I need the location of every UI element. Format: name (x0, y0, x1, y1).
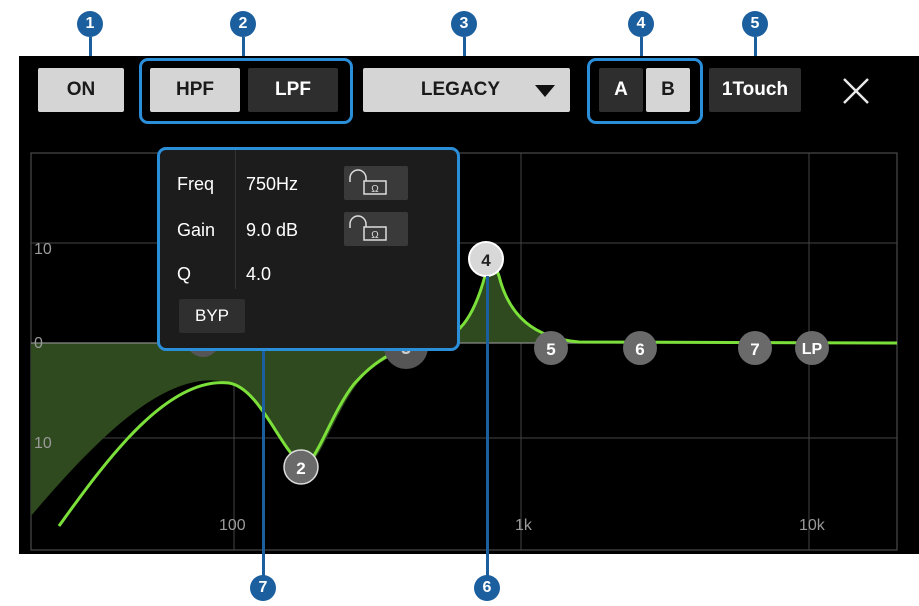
1touch-button[interactable]: 1Touch (709, 68, 801, 112)
q-label: Q (177, 264, 192, 284)
callout-6: 6 (474, 575, 500, 601)
band-param-panel: Freq 750Hz Ω Gain 9.0 dB Ω Q 4.0 BYP (157, 147, 460, 351)
svg-text:6: 6 (635, 340, 644, 359)
gain-lock-button[interactable]: Ω (344, 212, 408, 246)
svg-text:5: 5 (546, 340, 555, 359)
close-icon[interactable] (841, 76, 871, 106)
y-tick-10-bottom: 10 (34, 435, 52, 452)
callout-1: 1 (77, 11, 103, 37)
freq-label: Freq (177, 174, 215, 194)
callout-6-line (486, 276, 489, 577)
eq-graph[interactable]: 10 0 10 100 1k 10k HP 2 3 5 6 7 (19, 126, 919, 554)
band-node-2[interactable]: 2 (283, 449, 319, 485)
callout-7-line (262, 351, 265, 577)
lpf-button[interactable]: LPF (248, 68, 338, 112)
band-node-7[interactable]: 7 (738, 331, 772, 365)
band-node-6[interactable]: 6 (623, 331, 657, 365)
callout-7: 7 (250, 575, 276, 601)
svg-text:4: 4 (481, 251, 491, 270)
on-button[interactable]: ON (38, 68, 124, 112)
freq-value[interactable]: 750Hz (246, 174, 298, 195)
callout-4-line (640, 37, 643, 58)
hpf-button[interactable]: HPF (150, 68, 240, 112)
svg-text:2: 2 (296, 459, 305, 478)
a-button[interactable]: A (599, 68, 643, 112)
triangle-down-icon (535, 85, 555, 97)
toolbar: ON HPF LPF LEGACY A B 1Touch (19, 56, 919, 126)
svg-text:Ω: Ω (371, 184, 379, 195)
gain-value[interactable]: 9.0 dB (246, 220, 298, 241)
gain-label: Gain (177, 220, 216, 240)
band-node-4[interactable]: 4 (468, 241, 504, 277)
y-tick-0: 0 (34, 335, 43, 352)
bypass-button[interactable]: BYP (179, 299, 245, 333)
callout-2-line (242, 37, 245, 58)
callout-4: 4 (628, 11, 654, 37)
callout-5: 5 (742, 11, 768, 37)
x-tick-100: 100 (219, 517, 246, 534)
padlock-icon: Ω (349, 169, 387, 195)
x-tick-1k: 1k (515, 517, 533, 534)
eq-type-label: LEGACY (420, 79, 501, 100)
q-value[interactable]: 4.0 (246, 264, 271, 285)
y-tick-10-top: 10 (34, 241, 52, 258)
band-node-5[interactable]: 5 (534, 331, 568, 365)
freq-lock-button[interactable]: Ω (344, 166, 408, 200)
svg-text:Ω: Ω (371, 230, 379, 241)
svg-text:LP: LP (802, 341, 823, 358)
svg-text:7: 7 (750, 340, 759, 359)
callout-3: 3 (451, 11, 477, 37)
panel-divider (235, 150, 236, 289)
band-node-lp[interactable]: LP (795, 331, 829, 365)
b-button[interactable]: B (646, 68, 690, 112)
x-tick-10k: 10k (799, 517, 826, 534)
eq-fill-lower (31, 343, 419, 516)
callout-2: 2 (230, 11, 256, 37)
eq-type-dropdown[interactable]: LEGACY (363, 68, 570, 112)
padlock-icon: Ω (349, 215, 387, 241)
